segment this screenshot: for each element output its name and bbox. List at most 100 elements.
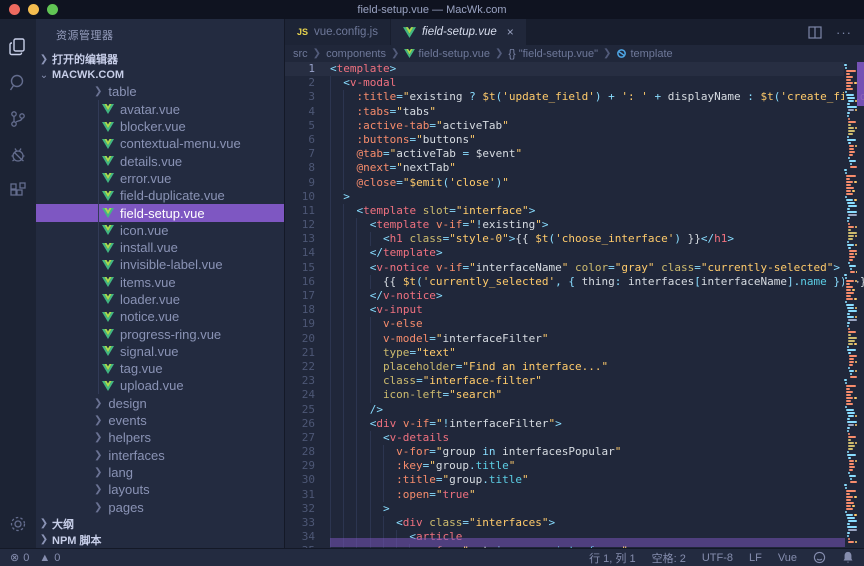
code-line-15: 15 <v-notice v-if="interfaceName" color=… (285, 261, 864, 275)
search-icon[interactable] (0, 65, 36, 101)
tree-folder-interfaces[interactable]: ❯interfaces (36, 447, 284, 464)
tree-folder-design[interactable]: ❯design (36, 395, 284, 412)
breadcrumb-item-1[interactable]: src (293, 48, 308, 60)
vue-file-icon (102, 364, 114, 374)
tree-file-details.vue[interactable]: details.vue (36, 152, 284, 169)
tab-field-setup.vue[interactable]: field-setup.vue× (391, 19, 526, 45)
explorer-sidebar: 资源管理器 ❯ 打开的编辑器 ⌄ MACWK.COM ❯tableavatar.… (36, 19, 285, 548)
minimize-window-button[interactable] (28, 4, 39, 15)
bell-icon[interactable] (842, 551, 854, 564)
horizontal-scrollbar[interactable] (330, 538, 845, 547)
tree-file-notice.vue[interactable]: notice.vue (36, 308, 284, 325)
vue-file-icon (102, 139, 114, 149)
line-number: 4 (285, 105, 315, 119)
status-eol[interactable]: LF (749, 552, 762, 564)
vue-file-icon (102, 260, 114, 270)
code-line-content: <template v-if="!existing"> (330, 218, 549, 232)
breadcrumb-item-3[interactable]: field-setup.vue (404, 48, 490, 60)
source-control-icon[interactable] (0, 101, 36, 137)
tree-folder-layouts[interactable]: ❯layouts (36, 481, 284, 498)
code-line-24: 24 icon-left="search" (285, 388, 864, 402)
close-window-button[interactable] (9, 4, 20, 15)
vertical-scrollbar[interactable] (857, 62, 864, 106)
code-line-content: @close="$emit('close')" (330, 176, 509, 190)
debug-icon[interactable] (0, 137, 36, 173)
workspace-section[interactable]: ⌄ MACWK.COM (36, 67, 284, 83)
tree-item-label: signal.vue (120, 344, 179, 359)
status-error-icon[interactable]: ⊗0 (10, 551, 29, 564)
status-bar: ⊗0 ▲0 行 1, 列 1 空格: 2 UTF-8 LF Vue (0, 548, 864, 566)
code-line-26: 26 <div v-if="!interfaceFilter"> (285, 417, 864, 431)
explorer-icon[interactable] (0, 29, 36, 65)
code-line-content: </template> (330, 246, 443, 260)
tree-item-label: pages (108, 500, 143, 515)
code-line-content: > (330, 502, 390, 516)
line-number: 18 (285, 303, 315, 317)
file-tree: ❯ table avatar.vueblocker.vuecontextual-me… (36, 83, 284, 515)
minimap[interactable] (844, 62, 857, 548)
tree-folder-pages[interactable]: ❯pages (36, 498, 284, 515)
tree-file-field-duplicate.vue[interactable]: field-duplicate.vue (36, 187, 284, 204)
tree-file-blocker.vue[interactable]: blocker.vue (36, 118, 284, 135)
status-warning-icon[interactable]: ▲0 (39, 552, 60, 564)
tree-item-label: helpers (108, 430, 151, 445)
close-icon[interactable]: × (507, 25, 514, 39)
split-editor-icon[interactable] (808, 26, 822, 39)
tree-file-progress-ring.vue[interactable]: progress-ring.vue (36, 325, 284, 342)
vue-file-icon (102, 329, 114, 339)
tree-file-signal.vue[interactable]: signal.vue (36, 343, 284, 360)
tab-vue.config.js[interactable]: JSvue.config.js (285, 19, 390, 45)
line-number: 16 (285, 275, 315, 289)
settings-gear-icon[interactable] (0, 506, 36, 542)
chevron-right-icon: ❯ (391, 48, 399, 59)
tree-folder-events[interactable]: ❯events (36, 412, 284, 429)
code-line-2: 2 <v-modal (285, 76, 864, 90)
status-language-mode[interactable]: Vue (778, 552, 797, 564)
tree-file-upload.vue[interactable]: upload.vue (36, 377, 284, 394)
open-editors-section[interactable]: ❯ 打开的编辑器 (36, 51, 284, 67)
tree-item-label: notice.vue (120, 309, 179, 324)
zoom-window-button[interactable] (47, 4, 58, 15)
tree-file-loader.vue[interactable]: loader.vue (36, 291, 284, 308)
tree-item-label: table (108, 84, 136, 99)
npm-scripts-section[interactable]: ❯ NPM 脚本 (36, 532, 284, 548)
breadcrumb-item-5[interactable]: template (616, 48, 672, 60)
line-number: 11 (285, 204, 315, 218)
line-number: 1 (285, 62, 315, 76)
code-editor[interactable]: 1<template>2 <v-modal3 :title="existing … (285, 62, 864, 548)
outline-section[interactable]: ❯ 大纲 (36, 516, 284, 532)
window-title: field-setup.vue — MacWk.com (357, 4, 506, 16)
code-line-content: v-for="group in interfacesPopular" (330, 445, 621, 459)
vue-file-icon (102, 122, 114, 132)
tree-file-field-setup.vue[interactable]: field-setup.vue (36, 204, 284, 221)
extensions-icon[interactable] (0, 173, 36, 209)
line-number: 7 (285, 147, 315, 161)
tree-item-label: loader.vue (120, 292, 180, 307)
tree-file-invisible-label.vue[interactable]: invisible-label.vue (36, 256, 284, 273)
tree-folder-lang[interactable]: ❯lang (36, 464, 284, 481)
tree-file-install.vue[interactable]: install.vue (36, 239, 284, 256)
status-encoding[interactable]: UTF-8 (702, 552, 733, 564)
tree-file-contextual-menu.vue[interactable]: contextual-menu.vue (36, 135, 284, 152)
tree-file-avatar.vue[interactable]: avatar.vue (36, 101, 284, 118)
code-line-content: @next="nextTab" (330, 161, 456, 175)
tree-folder-helpers[interactable]: ❯helpers (36, 429, 284, 446)
line-number: 20 (285, 332, 315, 346)
chevron-right-icon: ❯ (94, 86, 102, 97)
status-cursor-position[interactable]: 行 1, 列 1 (589, 550, 635, 566)
tree-file-tag.vue[interactable]: tag.vue (36, 360, 284, 377)
code-line-content: icon-left="search" (330, 388, 502, 402)
code-line-8: 8 @next="nextTab" (285, 161, 864, 175)
tree-folder-table[interactable]: ❯ table (36, 83, 284, 100)
tree-file-error.vue[interactable]: error.vue (36, 170, 284, 187)
feedback-smiley-icon[interactable] (813, 551, 826, 564)
breadcrumb-item-2[interactable]: components (326, 48, 386, 60)
more-actions-icon[interactable]: ··· (836, 25, 852, 40)
tree-file-items.vue[interactable]: items.vue (36, 274, 284, 291)
breadcrumb-item-4[interactable]: {}"field-setup.vue" (508, 48, 598, 60)
tree-file-icon.vue[interactable]: icon.vue (36, 222, 284, 239)
line-number: 14 (285, 246, 315, 260)
vue-file-icon (102, 294, 114, 304)
status-indentation[interactable]: 空格: 2 (652, 550, 686, 566)
code-line-content: <template slot="interface"> (330, 204, 535, 218)
